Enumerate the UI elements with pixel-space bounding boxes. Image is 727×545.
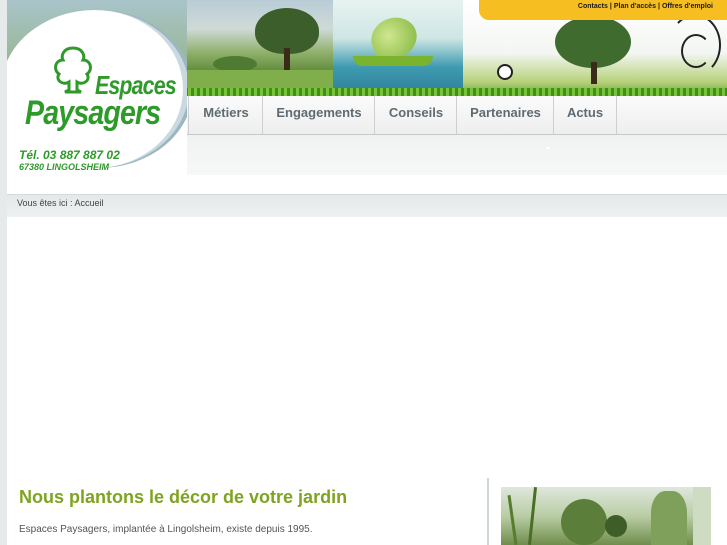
topiary-shape (605, 515, 627, 537)
nav-item-engagements[interactable]: Engagements (262, 96, 375, 134)
grass-strip (185, 88, 727, 96)
garden-photo (185, 0, 333, 96)
bamboo-shape (527, 487, 538, 545)
shrub-shape (651, 491, 687, 545)
intro-text: Espaces Paysagers, implantée à Lingolshe… (19, 524, 313, 535)
tree-logo-icon (54, 46, 92, 94)
top-links-bar: Contacts | Plan d'accès | Offres d'emploi (479, 0, 727, 20)
shrub-shape (561, 499, 607, 545)
bamboo-shape (507, 495, 518, 545)
top-links-row: Contacts | Plan d'accès | Offres d'emploi (578, 3, 713, 10)
page: Contacts | Plan d'accès | Offres d'emploi Es… (0, 0, 727, 545)
offres-emploi-link[interactable]: Offres d'emploi (662, 3, 713, 10)
swirl-decoration (681, 34, 711, 68)
breadcrumb-bar: Vous êtes ici : Accueil (7, 194, 727, 217)
plan-acces-link[interactable]: Plan d'accès (614, 3, 656, 10)
nav-item-metiers[interactable]: Métiers (188, 96, 263, 134)
page-title: Nous plantons le décor de votre jardin (19, 487, 348, 507)
main-nav: Métiers Engagements Conseils Partenaires… (187, 96, 727, 135)
city-label: 67380 LINGOLSHEIM (19, 162, 110, 172)
link-separator: | (657, 3, 660, 10)
nav-item-conseils[interactable]: Conseils (374, 96, 457, 134)
nav-item-actus[interactable]: Actus (553, 96, 617, 134)
breadcrumb: Vous êtes ici : Accueil (17, 198, 104, 208)
leaf-boat-photo (333, 0, 463, 96)
phone-number: Tél. 03 887 887 02 (19, 148, 120, 162)
breadcrumb-prefix: Vous êtes ici : (17, 198, 75, 208)
link-separator: | (609, 3, 612, 10)
garden-side-photo (501, 487, 711, 545)
trunk-shape (591, 62, 597, 84)
logo[interactable]: Espaces Paysagers Tél. 03 887 887 02 673… (7, 0, 187, 176)
logo-line2: Paysagers (25, 94, 161, 132)
subnav-marker (546, 147, 550, 149)
breadcrumb-home-link[interactable]: Accueil (75, 198, 104, 208)
light-panel (693, 487, 711, 545)
contacts-link[interactable]: Contacts (578, 3, 608, 10)
tree-shape (555, 16, 631, 68)
flower-icon (497, 64, 513, 80)
column-divider (487, 478, 489, 545)
boat-shape (353, 56, 433, 66)
subnav-area (187, 135, 727, 175)
nav-item-partenaires[interactable]: Partenaires (456, 96, 554, 134)
